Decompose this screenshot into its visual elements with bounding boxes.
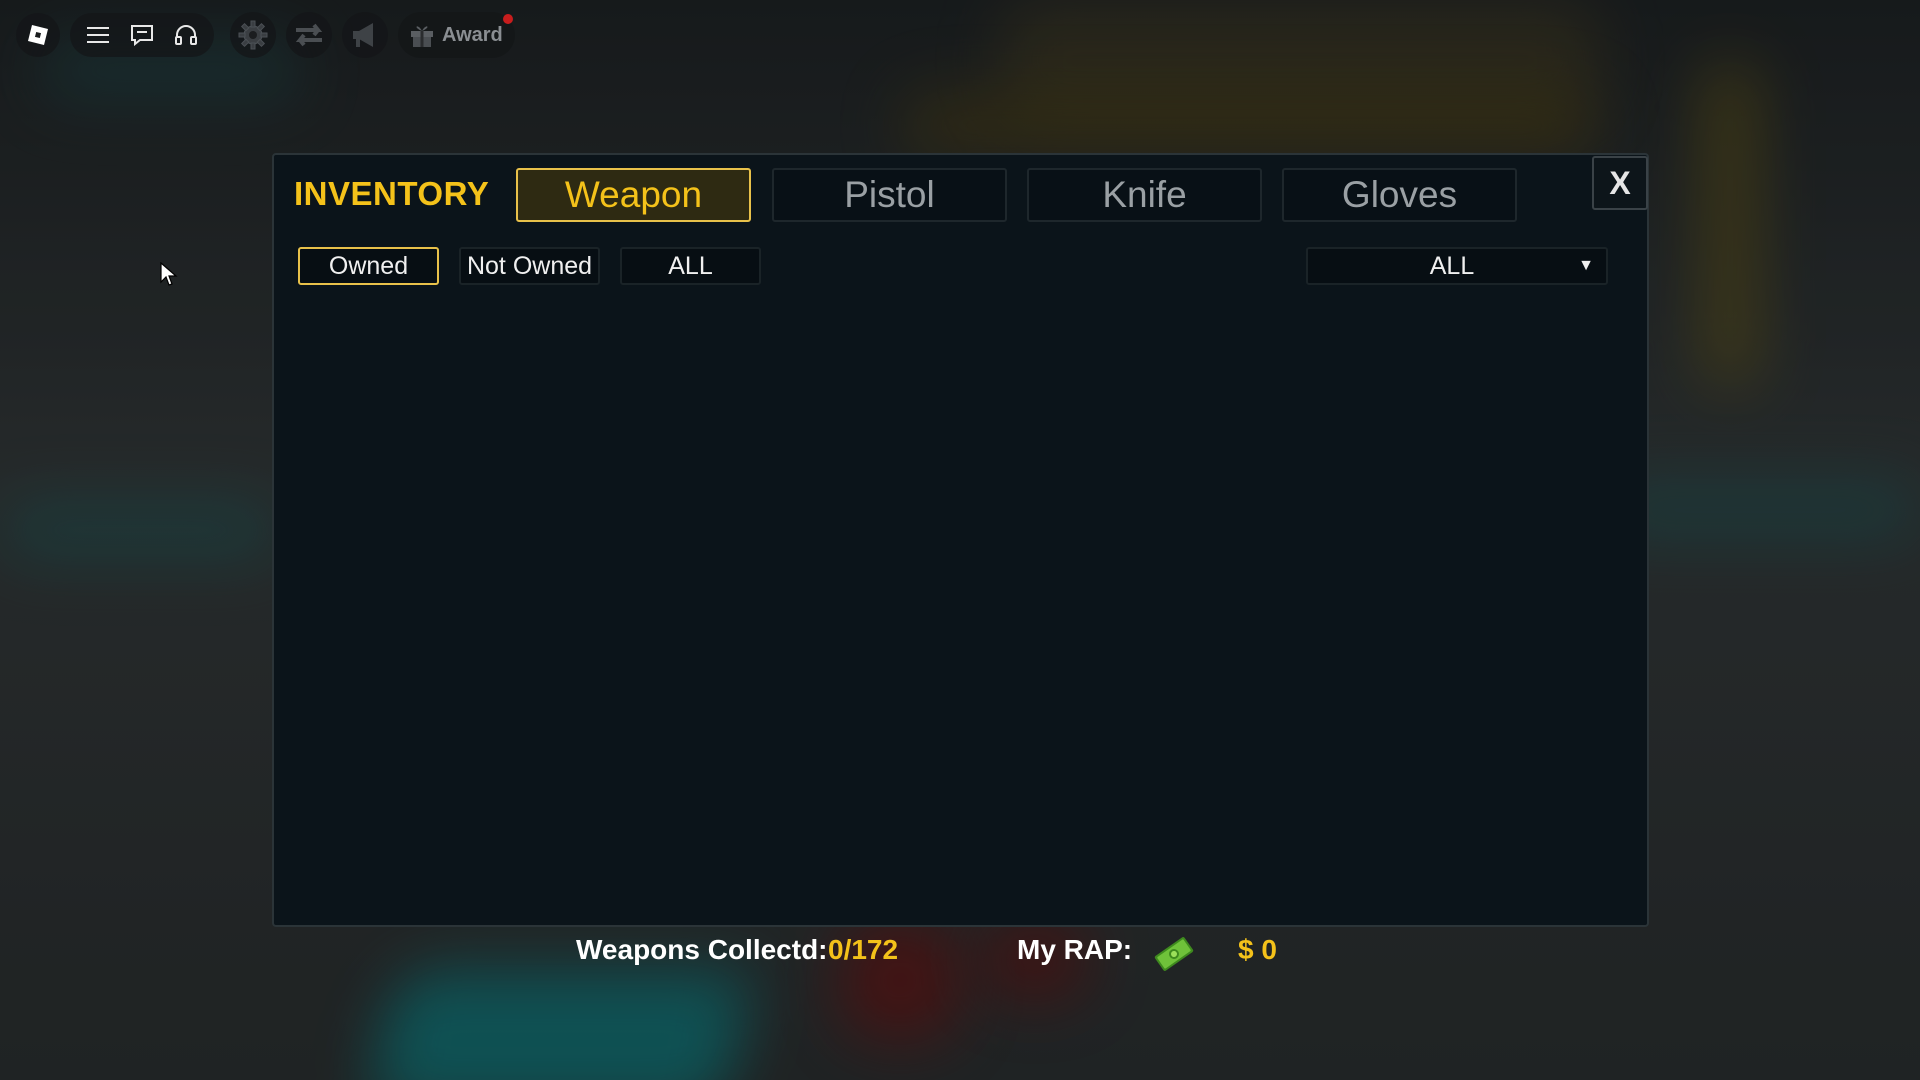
filter-not-owned[interactable]: Not Owned (459, 247, 600, 285)
weapons-collected-value: 0/172 (828, 934, 899, 965)
mouse-cursor-icon (160, 262, 178, 286)
menu-button[interactable] (78, 15, 118, 55)
tab-gloves[interactable]: Gloves (1282, 168, 1517, 222)
filter-owned[interactable]: Owned (298, 247, 439, 285)
notification-dot (502, 14, 513, 24)
stats-bar: Weapons Collectd: 0/172 My RAP: $ 0 (0, 934, 1920, 974)
item-grid (294, 305, 1629, 905)
tab-pistol[interactable]: Pistol (772, 168, 1007, 222)
gift-icon (411, 26, 433, 47)
inventory-title: INVENTORY (294, 175, 490, 212)
rap-label: My RAP: (1017, 934, 1133, 965)
core-menu-group (70, 13, 214, 57)
filter-all[interactable]: ALL (620, 247, 761, 285)
announcement-button[interactable] (342, 12, 388, 58)
chat-button[interactable] (122, 15, 162, 55)
swap-icon (295, 23, 323, 47)
award-label: Award (442, 23, 503, 46)
voice-button[interactable] (166, 15, 206, 55)
inventory-panel: INVENTORY Weapon Pistol Knife Gloves X O… (272, 153, 1649, 927)
weapons-collected-label: Weapons Collectd: (576, 934, 828, 965)
topbar: Award (16, 12, 515, 58)
rap-value: $ 0 (1238, 934, 1277, 965)
money-icon (1154, 937, 1194, 971)
close-button[interactable]: X (1592, 156, 1648, 210)
close-icon: X (1609, 164, 1631, 201)
menu-icon (87, 27, 109, 43)
chevron-down-icon: ▼ (1578, 257, 1594, 274)
tab-knife[interactable]: Knife (1027, 168, 1262, 222)
roblox-logo-button[interactable] (16, 13, 60, 57)
gear-icon (238, 20, 268, 50)
headset-icon (175, 25, 197, 45)
megaphone-icon (353, 23, 373, 47)
trade-button[interactable] (286, 12, 332, 58)
chat-icon (131, 25, 153, 46)
award-button[interactable]: Award (398, 12, 515, 58)
rarity-dropdown[interactable]: ALL ▼ (1306, 247, 1608, 285)
roblox-logo-icon (28, 25, 48, 45)
settings-button[interactable] (230, 12, 276, 58)
dropdown-value: ALL (1429, 251, 1475, 280)
tab-weapon[interactable]: Weapon (516, 168, 751, 222)
